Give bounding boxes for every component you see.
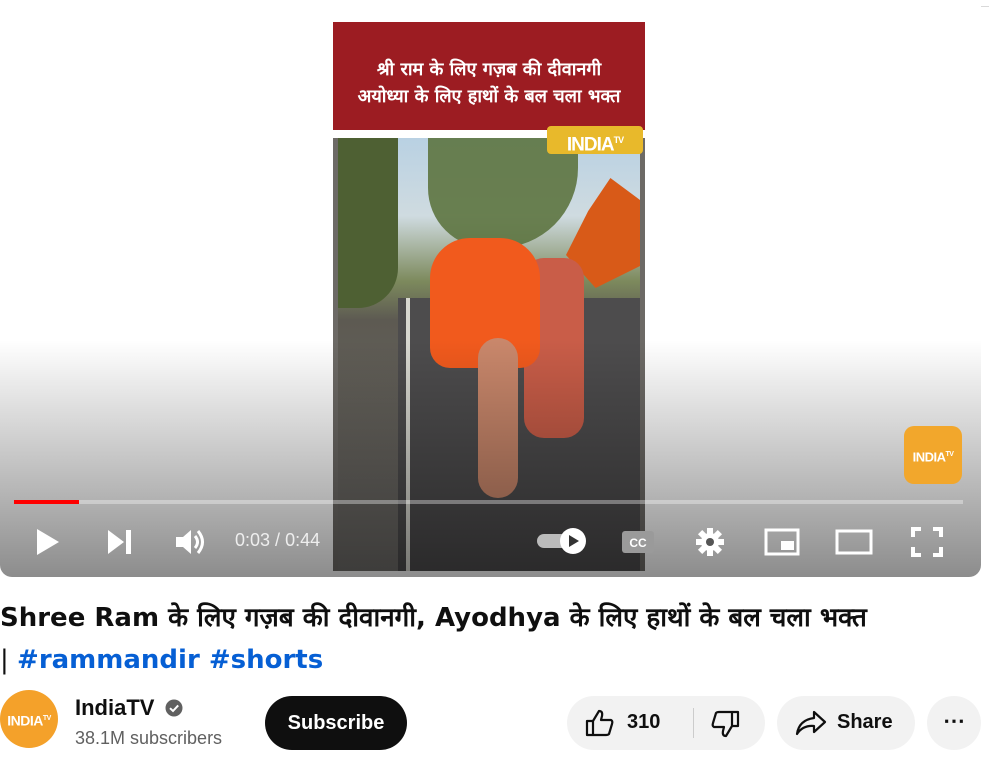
subscribe-button[interactable]: Subscribe <box>265 696 407 750</box>
thumbs-down-icon <box>711 710 740 738</box>
play-icon <box>37 529 59 555</box>
settings-button[interactable] <box>686 518 734 566</box>
time-current: 0:03 <box>235 530 271 550</box>
next-button[interactable] <box>96 518 144 566</box>
fullscreen-button[interactable] <box>903 518 951 566</box>
avatar-text: INDIA <box>7 712 43 729</box>
progress-fill <box>14 500 79 504</box>
captions-button[interactable]: CC <box>614 518 662 566</box>
hashtag-shorts[interactable]: #shorts <box>209 645 323 675</box>
subscriber-count: 38.1M subscribers <box>75 728 223 748</box>
progress-bar[interactable] <box>14 500 963 504</box>
like-count: 310 <box>627 711 661 733</box>
avatar-sup: TV <box>42 715 51 722</box>
banner-line-2: अयोध्या के लिए हाथों के बल चला भक्त <box>357 86 621 107</box>
tree-center <box>428 138 578 248</box>
channel-name[interactable]: IndiaTV <box>75 695 154 721</box>
theater-mode-button[interactable] <box>830 518 878 566</box>
channel-watermark[interactable]: INDIATV <box>904 426 962 484</box>
title-separator: | <box>0 645 18 675</box>
share-button[interactable]: Share <box>777 696 915 750</box>
svg-text:CC: CC <box>629 536 647 550</box>
cc-icon: CC <box>622 531 654 553</box>
theater-icon <box>835 529 873 555</box>
time-display: 0:03 / 0:44 <box>235 530 320 551</box>
more-actions-button[interactable]: ⋯ <box>927 696 981 750</box>
video-title: Shree Ram के लिए गज़ब की दीवानगी, Ayodhy… <box>0 597 985 681</box>
share-icon <box>795 710 827 736</box>
indiatv-badge-logo: INDIATV <box>547 126 643 156</box>
play-button[interactable] <box>24 518 72 566</box>
watermark-sup: TV <box>945 451 954 458</box>
badge-text: INDIA <box>566 134 615 156</box>
time-total: 0:44 <box>285 530 321 550</box>
autoplay-toggle[interactable] <box>537 527 589 555</box>
banner-line-1: श्री राम के लिए गज़ब की दीवानगी <box>376 59 602 80</box>
share-label: Share <box>837 711 893 733</box>
dislike-button[interactable] <box>694 696 765 750</box>
time-separator: / <box>270 530 286 550</box>
like-button[interactable]: 310 <box>567 696 693 750</box>
video-title-text: Shree Ram के लिए गज़ब की दीवानगी, Ayodhy… <box>0 603 867 633</box>
next-icon <box>108 530 131 554</box>
volume-icon <box>176 530 204 554</box>
tree-left <box>338 138 398 308</box>
badge-sup: TV <box>613 135 624 145</box>
autoplay-toggle-icon <box>537 528 586 554</box>
channel-avatar[interactable]: INDIATV <box>0 690 58 748</box>
miniplayer-icon <box>764 528 800 556</box>
video-banner: श्री राम के लिए गज़ब की दीवानगी अयोध्या … <box>333 22 645 132</box>
thumbs-up-icon <box>585 709 614 737</box>
hashtag-rammandir[interactable]: #rammandir <box>17 645 200 675</box>
verified-icon <box>165 699 183 722</box>
video-player[interactable]: श्री राम के लिए गज़ब की दीवानगी अयोध्या … <box>0 0 981 577</box>
fullscreen-icon <box>911 527 943 557</box>
volume-button[interactable] <box>166 518 214 566</box>
miniplayer-button[interactable] <box>758 518 806 566</box>
more-icon: ⋯ <box>943 708 965 733</box>
like-dislike-group: 310 <box>567 696 765 750</box>
watermark-text: INDIA <box>912 449 946 465</box>
settings-icon <box>696 528 724 556</box>
